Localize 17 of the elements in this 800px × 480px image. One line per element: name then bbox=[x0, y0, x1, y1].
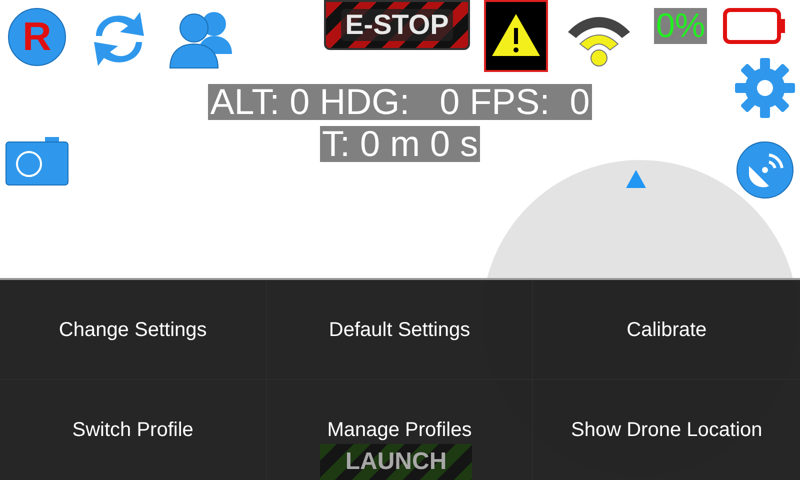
warning-icon[interactable] bbox=[484, 0, 548, 72]
battery-icon bbox=[723, 8, 788, 44]
menu-item[interactable]: Show Drone Location bbox=[563, 416, 770, 444]
telemetry-readout: ALT: 0 HDG: 0 FPS: 0 bbox=[208, 84, 592, 120]
menu-item[interactable]: Switch Profile bbox=[64, 416, 202, 444]
estop-button[interactable]: E-STOP bbox=[324, 0, 470, 50]
menu-item[interactable]: Calibrate bbox=[618, 316, 715, 344]
settings-icon[interactable] bbox=[733, 56, 797, 120]
satellite-dish-icon[interactable] bbox=[735, 140, 795, 200]
menu-item[interactable]: Manage Profiles bbox=[319, 416, 480, 444]
menu-item[interactable]: Default Settings bbox=[320, 316, 478, 344]
menu-item[interactable]: Change Settings bbox=[50, 316, 215, 344]
estop-label: E-STOP bbox=[341, 9, 453, 41]
flight-timer: T: 0 m 0 s bbox=[320, 126, 480, 162]
battery-percent: 0% bbox=[654, 8, 708, 44]
launch-button[interactable]: LAUNCH bbox=[320, 444, 472, 480]
camera-icon[interactable] bbox=[5, 136, 69, 186]
